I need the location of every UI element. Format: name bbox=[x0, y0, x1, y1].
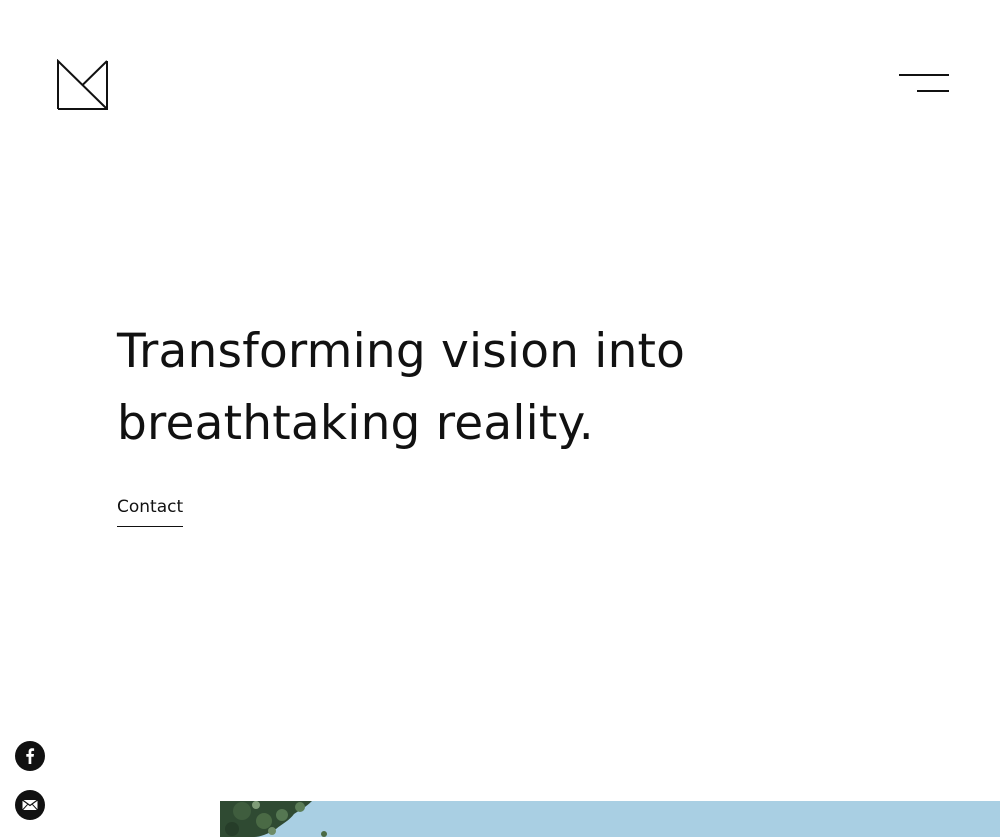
hero-section: Transforming vision into breathtaking re… bbox=[117, 316, 837, 460]
hero-heading-line-1: Transforming vision into bbox=[117, 324, 686, 379]
hamburger-menu-icon-bottom-line bbox=[917, 90, 949, 92]
contact-link[interactable]: Contact bbox=[117, 496, 184, 527]
hamburger-menu-icon bbox=[899, 74, 949, 76]
email-button[interactable] bbox=[15, 790, 45, 820]
page: Transforming vision into breathtaking re… bbox=[0, 0, 1000, 837]
hero-heading: Transforming vision into breathtaking re… bbox=[117, 316, 837, 460]
facebook-icon bbox=[26, 748, 35, 764]
hero-heading-line-2: breathtaking reality. bbox=[117, 396, 594, 451]
menu-toggle-button[interactable] bbox=[896, 70, 952, 98]
facebook-button[interactable] bbox=[15, 741, 45, 771]
email-icon bbox=[22, 799, 38, 811]
hero-image bbox=[220, 801, 1000, 837]
logo-icon[interactable] bbox=[57, 59, 108, 110]
foliage-image bbox=[220, 801, 1000, 837]
